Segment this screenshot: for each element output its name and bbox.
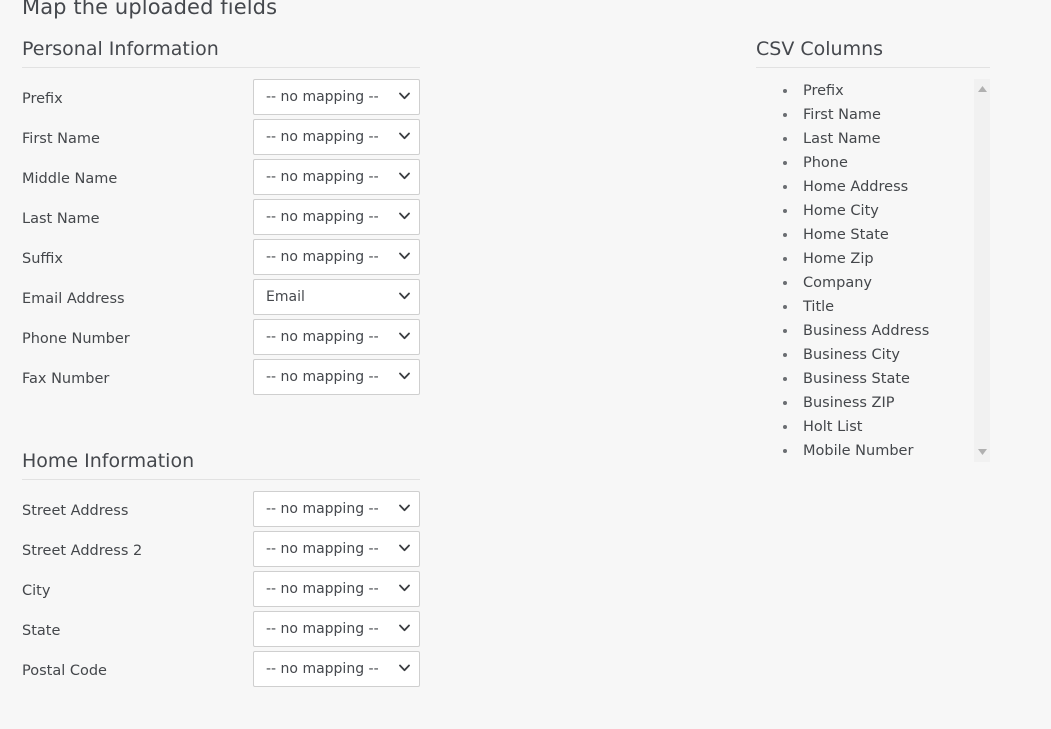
mapping-rows: Prefix -- no mapping --PrefixFirst NameLa…: [0, 79, 460, 399]
mapping-select-wrapper: -- no mapping --PrefixFirst NameLast Nam…: [253, 279, 420, 315]
csv-column-item[interactable]: Business City: [756, 343, 970, 367]
mapping-row: Suffix -- no mapping --PrefixFirst NameLa…: [0, 239, 460, 279]
mapping-row: State -- no mapping --PrefixFirst NameLas…: [0, 611, 460, 651]
mapping-select-wrapper: -- no mapping --PrefixFirst NameLast Nam…: [253, 199, 420, 235]
csv-column-item[interactable]: Mobile Number: [756, 439, 970, 462]
section-divider: [22, 479, 420, 480]
csv-column-item[interactable]: Holt List: [756, 415, 970, 439]
mapping-select[interactable]: -- no mapping --PrefixFirst NameLast Nam…: [253, 571, 420, 607]
csv-column-item[interactable]: Phone: [756, 151, 970, 175]
field-label: Street Address 2: [22, 541, 142, 561]
mapping-select-wrapper: -- no mapping --PrefixFirst NameLast Nam…: [253, 491, 420, 527]
mapping-select[interactable]: -- no mapping --PrefixFirst NameLast Nam…: [253, 239, 420, 275]
mapping-row: Postal Code -- no mapping --PrefixFirst N…: [0, 651, 460, 691]
mapping-select-wrapper: -- no mapping --PrefixFirst NameLast Nam…: [253, 79, 420, 115]
mapping-row: Fax Number -- no mapping --PrefixFirst Na…: [0, 359, 460, 399]
mapping-select[interactable]: -- no mapping --PrefixFirst NameLast Nam…: [253, 651, 420, 687]
mapping-select[interactable]: -- no mapping --PrefixFirst NameLast Nam…: [253, 319, 420, 355]
field-label: State: [22, 621, 60, 641]
csv-column-item[interactable]: Last Name: [756, 127, 970, 151]
mapping-select[interactable]: -- no mapping --PrefixFirst NameLast Nam…: [253, 119, 420, 155]
field-mapping-column: Personal Information Prefix -- no mapping …: [0, 36, 460, 691]
field-label: Phone Number: [22, 329, 130, 349]
csv-column-item[interactable]: Home Address: [756, 175, 970, 199]
section-title: Personal Information: [22, 36, 460, 62]
mapping-row: Middle Name -- no mapping --PrefixFirst N…: [0, 159, 460, 199]
field-label: Postal Code: [22, 661, 107, 681]
mapping-select[interactable]: -- no mapping --PrefixFirst NameLast Nam…: [253, 159, 420, 195]
csv-column-item[interactable]: Home State: [756, 223, 970, 247]
field-label: Last Name: [22, 209, 100, 229]
csv-columns-title: CSV Columns: [756, 36, 996, 62]
csv-column-item[interactable]: Home Zip: [756, 247, 970, 271]
mapping-select-wrapper: -- no mapping --PrefixFirst NameLast Nam…: [253, 119, 420, 155]
mapping-select[interactable]: -- no mapping --PrefixFirst NameLast Nam…: [253, 611, 420, 647]
mapping-select[interactable]: -- no mapping --PrefixFirst NameLast Nam…: [253, 279, 420, 315]
csv-column-item[interactable]: Business ZIP: [756, 391, 970, 415]
csv-columns-panel: CSV Columns PrefixFirst NameLast NamePho…: [756, 36, 996, 462]
mapping-select[interactable]: -- no mapping --PrefixFirst NameLast Nam…: [253, 491, 420, 527]
section-spacer: [0, 399, 460, 448]
field-label: Middle Name: [22, 169, 117, 189]
scroll-up-arrow-icon[interactable]: [974, 81, 990, 97]
mapping-row: Prefix -- no mapping --PrefixFirst NameLa…: [0, 79, 460, 119]
csv-column-item[interactable]: Business Address: [756, 319, 970, 343]
mapping-row: Street Address -- no mapping --PrefixFirs…: [0, 491, 460, 531]
mapping-rows: Street Address -- no mapping --PrefixFirs…: [0, 491, 460, 691]
mapping-select[interactable]: -- no mapping --PrefixFirst NameLast Nam…: [253, 79, 420, 115]
mapping-select-wrapper: -- no mapping --PrefixFirst NameLast Nam…: [253, 531, 420, 567]
csv-columns-divider: [756, 67, 990, 68]
mapping-select-wrapper: -- no mapping --PrefixFirst NameLast Nam…: [253, 159, 420, 195]
mapping-select[interactable]: -- no mapping --PrefixFirst NameLast Nam…: [253, 199, 420, 235]
csv-columns-scrollbar[interactable]: [974, 79, 990, 462]
csv-columns-list: PrefixFirst NameLast NamePhoneHome Addre…: [756, 79, 970, 462]
csv-column-item[interactable]: Company: [756, 271, 970, 295]
mapping-select-wrapper: -- no mapping --PrefixFirst NameLast Nam…: [253, 359, 420, 395]
mapping-section: Personal Information Prefix -- no mapping …: [0, 36, 460, 399]
mapping-select-wrapper: -- no mapping --PrefixFirst NameLast Nam…: [253, 651, 420, 687]
mapping-section: Home Information Street Address -- no mapp…: [0, 448, 460, 691]
csv-column-item[interactable]: First Name: [756, 103, 970, 127]
mapping-row: Last Name -- no mapping --PrefixFirst Nam…: [0, 199, 460, 239]
csv-columns-list-box: PrefixFirst NameLast NamePhoneHome Addre…: [756, 79, 990, 462]
mapping-row: First Name -- no mapping --PrefixFirst Na…: [0, 119, 460, 159]
mapping-select-wrapper: -- no mapping --PrefixFirst NameLast Nam…: [253, 571, 420, 607]
field-label: Prefix: [22, 89, 63, 109]
mapping-row: Email Address -- no mapping --PrefixFirst…: [0, 279, 460, 319]
field-mapping-page: Map the uploaded fields Personal Informa…: [0, 0, 1051, 729]
mapping-select[interactable]: -- no mapping --PrefixFirst NameLast Nam…: [253, 531, 420, 567]
section-title: Home Information: [22, 448, 460, 474]
mapping-row: City -- no mapping --PrefixFirst NameLast…: [0, 571, 460, 611]
csv-column-item[interactable]: Business State: [756, 367, 970, 391]
page-title: Map the uploaded fields: [22, 0, 277, 19]
field-label: Fax Number: [22, 369, 109, 389]
csv-column-item[interactable]: Title: [756, 295, 970, 319]
mapping-select[interactable]: -- no mapping --PrefixFirst NameLast Nam…: [253, 359, 420, 395]
mapping-row: Phone Number -- no mapping --PrefixFirst …: [0, 319, 460, 359]
mapping-row: Street Address 2 -- no mapping --PrefixFi…: [0, 531, 460, 571]
scroll-down-arrow-icon[interactable]: [974, 444, 990, 460]
field-label: Street Address: [22, 501, 128, 521]
field-label: First Name: [22, 129, 100, 149]
mapping-select-wrapper: -- no mapping --PrefixFirst NameLast Nam…: [253, 239, 420, 275]
csv-column-item[interactable]: Home City: [756, 199, 970, 223]
mapping-select-wrapper: -- no mapping --PrefixFirst NameLast Nam…: [253, 319, 420, 355]
mapping-select-wrapper: -- no mapping --PrefixFirst NameLast Nam…: [253, 611, 420, 647]
field-label: City: [22, 581, 50, 601]
csv-column-item[interactable]: Prefix: [756, 79, 970, 103]
field-label: Suffix: [22, 249, 63, 269]
section-divider: [22, 67, 420, 68]
field-label: Email Address: [22, 289, 125, 309]
